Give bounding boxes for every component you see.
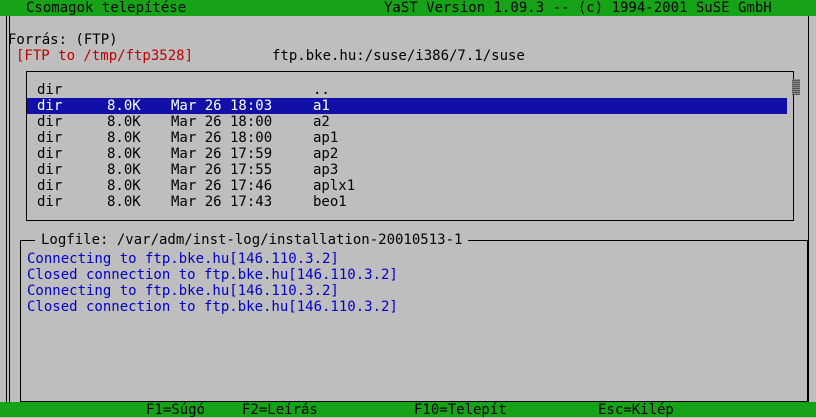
ftp-target-row: [FTP to /tmp/ftp3528] [0,32,816,64]
file-list-row[interactable]: dir 8.0K Mar 26 18:03 a1 [27,98,787,114]
file-type: dir [37,162,63,178]
file-date: Mar 26 18:00 [171,130,273,146]
log-title: Logfile: /var/adm/inst-log/installation-… [35,232,469,248]
file-size: 8.0K [107,114,141,130]
dialog-title: Csomagok telepítése [26,0,187,16]
file-name: ap1 [313,130,339,146]
file-name: aplx1 [313,178,356,194]
frame-right-line [808,16,809,402]
frame-left-line-inner [9,16,10,402]
file-list-box: dir.. dir 8.0K Mar 26 18:03 a1 dir 8.0K Mar 26 … [26,71,794,221]
yast-version: YaST Version 1.09.3 -- (c) 1994-2001 SuS… [384,0,772,16]
file-type: dir [37,194,63,210]
file-date: Mar 26 17:46 [171,178,273,194]
log-line: Connecting to ftp.bke.hu[146.110.3.2] [27,251,339,267]
file-name: ap3 [313,162,339,178]
file-size: 8.0K [107,98,141,114]
scrollbar-thumb[interactable] [792,79,800,95]
file-list-row[interactable]: dir.. [27,82,787,98]
file-date: Mar 26 17:59 [171,146,273,162]
file-type: dir [37,114,63,130]
source-row: Forrás: (FTP) ftp.bke.hu:/suse/i386/7.1/… [0,16,816,64]
file-list-row[interactable]: dir 8.0K Mar 26 18:00 a2 [27,114,787,130]
file-name: beo1 [313,194,347,210]
file-list-row[interactable]: dir 8.0K Mar 26 18:00 ap1 [27,130,787,146]
file-name: .. [313,82,330,98]
file-list-row[interactable]: dir 8.0K Mar 26 17:43 beo1 [27,194,787,210]
file-date: Mar 26 18:03 [171,98,273,114]
frame-left-line [6,16,7,402]
file-list-scrollbar[interactable] [790,79,802,211]
file-list: dir.. dir 8.0K Mar 26 18:03 a1 dir 8.0K Mar 26 … [27,82,793,210]
file-type: dir [37,82,63,98]
file-type: dir [37,130,63,146]
file-size: 8.0K [107,178,141,194]
log-line: Connecting to ftp.bke.hu[146.110.3.2] [27,283,339,299]
file-size: 8.0K [107,130,141,146]
file-size: 8.0K [107,146,141,162]
log-line: Closed connection to ftp.bke.hu[146.110.… [27,267,398,283]
file-name: ap2 [313,146,339,162]
file-date: Mar 26 17:55 [171,162,273,178]
file-size: 8.0K [107,194,141,210]
exit-key[interactable]: Esc=Kilép [598,402,674,418]
description-key[interactable]: F2=Leírás [242,402,318,418]
file-type: dir [37,146,63,162]
log-box: Logfile: /var/adm/inst-log/installation-… [20,232,808,402]
file-name: a2 [313,114,330,130]
file-list-row[interactable]: dir 8.0K Mar 26 17:55 ap3 [27,162,787,178]
source-path: ftp.bke.hu:/suse/i386/7.1/suse [272,48,525,64]
title-bar: Csomagok telepítése YaST Version 1.09.3 … [0,0,816,16]
file-date: Mar 26 18:00 [171,114,273,130]
log-lines: Connecting to ftp.bke.hu[146.110.3.2] Clo… [27,251,398,315]
log-line: Closed connection to ftp.bke.hu[146.110.… [27,299,398,315]
install-key[interactable]: F10=Telepít [414,402,507,418]
file-list-row[interactable]: dir 8.0K Mar 26 17:59 ap2 [27,146,787,162]
file-date: Mar 26 17:43 [171,194,273,210]
file-type: dir [37,98,63,114]
file-size: 8.0K [107,162,141,178]
function-key-bar: F1=Súgó F2=Leírás F10=Telepít Esc=Kilép [0,402,816,418]
ftp-target: [FTP to /tmp/ftp3528] [16,48,194,64]
file-list-row[interactable]: dir 8.0K Mar 26 17:46 aplx1 [27,178,787,194]
file-type: dir [37,178,63,194]
file-name: a1 [313,98,330,114]
help-key[interactable]: F1=Súgó [146,402,205,418]
